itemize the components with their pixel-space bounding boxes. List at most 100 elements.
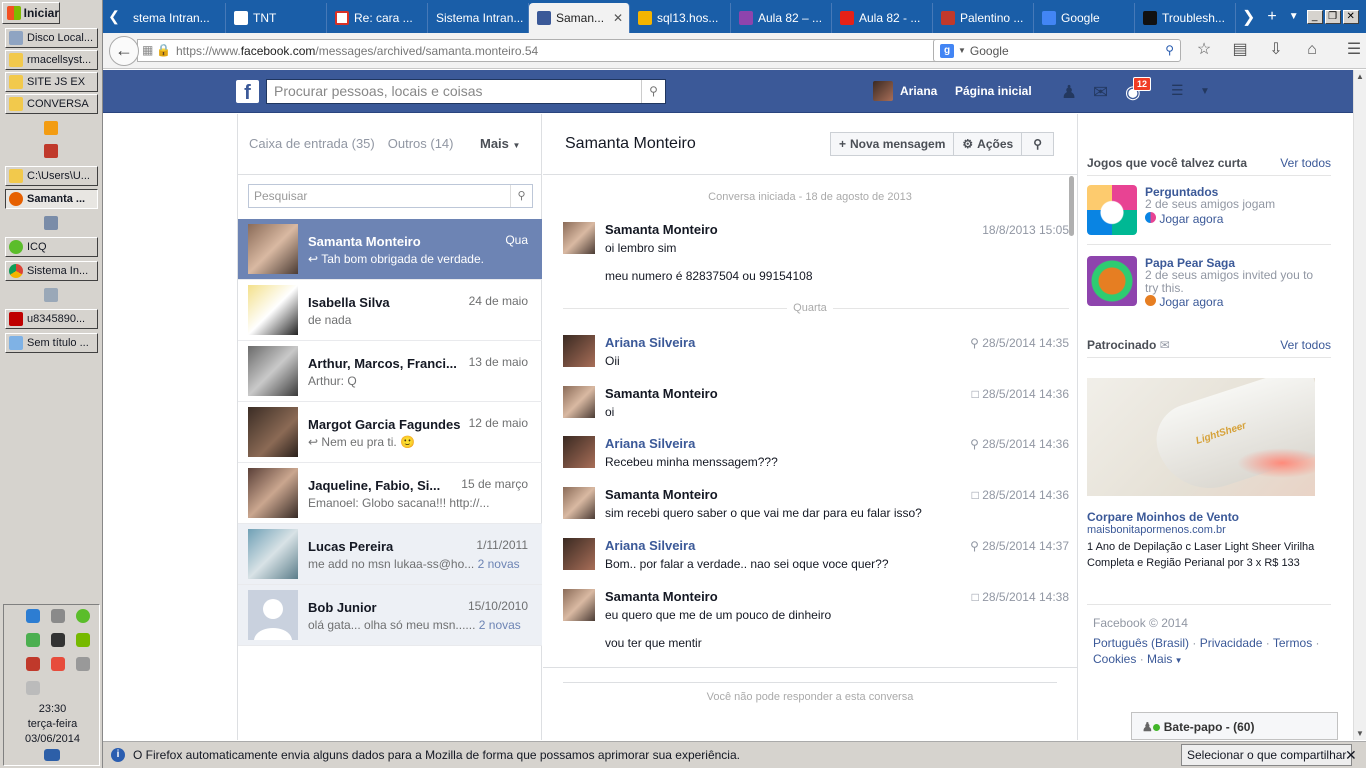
- new-message-button[interactable]: + Nova mensagem: [830, 132, 955, 156]
- avatar[interactable]: [563, 589, 595, 621]
- sender-name[interactable]: Samanta Monteiro: [605, 222, 718, 237]
- bookmarks-list-icon[interactable]: ▤: [1229, 39, 1251, 61]
- thread-bob-junior[interactable]: Bob Junior 15/10/2010 olá gata... olha s…: [238, 585, 542, 646]
- ad-image[interactable]: LightSheer: [1087, 378, 1315, 496]
- tab-scroll-left-icon[interactable]: ❮: [103, 0, 125, 33]
- sender-name[interactable]: Ariana Silveira: [605, 335, 695, 350]
- thread-search-input[interactable]: Pesquisar ⚲: [248, 184, 533, 208]
- taskbar-item-conversa[interactable]: CONVERSA: [5, 94, 98, 114]
- conversation-search-button[interactable]: ⚲: [1022, 132, 1055, 156]
- footer-link-cookies[interactable]: Cookies: [1093, 652, 1136, 666]
- sender-name[interactable]: Ariana Silveira: [605, 538, 695, 553]
- signal-icon[interactable]: [76, 657, 90, 671]
- thread-isabella-silva[interactable]: Isabella Silva 24 de maio de nada: [238, 280, 542, 341]
- show-desktop-icon[interactable]: [44, 749, 60, 761]
- privacy-icon[interactable]: ☰: [1171, 82, 1184, 99]
- game-app-icon[interactable]: [44, 144, 58, 158]
- taskbar-item-sistema[interactable]: Sistema In...: [5, 261, 98, 281]
- search-icon[interactable]: ⚲: [641, 80, 665, 103]
- new-tab-icon[interactable]: +: [1261, 8, 1282, 26]
- tab-google[interactable]: Google: [1034, 3, 1135, 33]
- home-link[interactable]: Página inicial: [955, 84, 1032, 98]
- tab-tnt[interactable]: TNT: [226, 3, 327, 33]
- network-off-icon[interactable]: [51, 657, 65, 671]
- thread-jaqueline-fabio[interactable]: Jaqueline, Fabio, Si... 15 de março Eman…: [238, 463, 542, 524]
- ad-url[interactable]: maisbonitapormenos.com.br: [1087, 524, 1226, 536]
- tab-aula-82-a[interactable]: Aula 82 – ...: [731, 3, 832, 33]
- tab-inbox[interactable]: Caixa de entrada (35): [249, 136, 375, 151]
- chat-bar[interactable]: ♟ Bate-papo - (60): [1131, 712, 1338, 740]
- scroll-down-icon[interactable]: ▼: [1356, 729, 1364, 738]
- avatar[interactable]: [563, 386, 595, 418]
- avatar[interactable]: [563, 436, 595, 468]
- profile-link[interactable]: Ariana: [873, 81, 937, 101]
- back-button[interactable]: ←: [109, 36, 139, 66]
- download-icon[interactable]: ⇩: [1265, 39, 1287, 61]
- clock-time[interactable]: 23:30: [4, 703, 101, 715]
- actions-button[interactable]: ⚙ Ações: [954, 132, 1023, 156]
- update-icon[interactable]: [26, 657, 40, 671]
- thread-lucas-pereira[interactable]: Lucas Pereira 1/11/2011 me add no msn lu…: [238, 524, 542, 585]
- thread-margot-garcia[interactable]: Margot Garcia Fagundes 12 de maio ↩ Nem …: [238, 402, 542, 463]
- grid-app-icon[interactable]: [44, 121, 58, 135]
- window-app-icon[interactable]: [44, 288, 58, 302]
- close-notification-icon[interactable]: ✕: [1345, 747, 1357, 764]
- footer-link-language[interactable]: Português (Brasil): [1093, 636, 1189, 650]
- thread-arthur-marcos[interactable]: Arthur, Marcos, Franci... 13 de maio Art…: [238, 341, 542, 402]
- taskbar-item-samanta[interactable]: Samanta ...: [5, 189, 98, 209]
- taskbar-item-paint[interactable]: Sem título ...: [5, 333, 98, 353]
- sender-name[interactable]: Samanta Monteiro: [605, 487, 718, 502]
- scroll-up-icon[interactable]: ▲: [1356, 72, 1364, 81]
- volume-icon[interactable]: [26, 681, 40, 695]
- bookmark-star-icon[interactable]: ☆: [1193, 39, 1215, 61]
- tab-list-icon[interactable]: ▼: [1283, 11, 1305, 22]
- settings-chevron-icon[interactable]: ▼: [1200, 86, 1210, 97]
- avatar[interactable]: [563, 538, 595, 570]
- see-all-ads-link[interactable]: Ver todos: [1280, 338, 1331, 352]
- taskbar-item-users-folder[interactable]: C:\Users\U...: [5, 166, 98, 186]
- more-dropdown[interactable]: Mais ▼: [480, 136, 520, 151]
- restore-icon[interactable]: ❐: [1324, 9, 1341, 24]
- avatar[interactable]: [563, 487, 595, 519]
- taskbar-item-site-js[interactable]: SITE JS EX: [5, 72, 98, 92]
- play-now-link[interactable]: Jogar agora: [1145, 212, 1223, 226]
- tab-samanta[interactable]: Saman... ✕: [529, 3, 630, 33]
- tab-others[interactable]: Outros (14): [388, 136, 454, 151]
- avatar[interactable]: [563, 335, 595, 367]
- tab-troubleshoot[interactable]: Troublesh...: [1135, 3, 1236, 33]
- bluetooth-icon[interactable]: [26, 609, 40, 623]
- close-tab-icon[interactable]: ✕: [613, 11, 623, 25]
- see-all-games-link[interactable]: Ver todos: [1280, 156, 1331, 170]
- close-window-icon[interactable]: ✕: [1342, 9, 1359, 24]
- papa-pear-icon[interactable]: [1087, 256, 1137, 306]
- url-bar[interactable]: ▦ 🔒 https://www. facebook.com/messages/ar…: [137, 39, 1027, 62]
- taskbar-item-icq[interactable]: ICQ: [5, 237, 98, 257]
- tab-sql13[interactable]: sql13.hos...: [630, 3, 731, 33]
- facebook-logo-icon[interactable]: f: [236, 80, 259, 104]
- security-icon[interactable]: [26, 633, 40, 647]
- tab-aula-82-b[interactable]: Aula 82 - ...: [832, 3, 933, 33]
- start-button[interactable]: Iniciar: [2, 2, 60, 24]
- sender-name[interactable]: Ariana Silveira: [605, 436, 695, 451]
- tab-palentino[interactable]: Palentino ...: [933, 3, 1034, 33]
- thread-samanta-monteiro[interactable]: Samanta Monteiro Qua ↩ Tah bom obrigada …: [238, 219, 542, 280]
- avatar[interactable]: [563, 222, 595, 254]
- display-icon[interactable]: [51, 609, 65, 623]
- tab-sistema-intranet-1[interactable]: stema Intran...: [125, 3, 226, 33]
- nvidia-icon[interactable]: [76, 633, 90, 647]
- sync-app-icon[interactable]: [44, 216, 58, 230]
- perguntados-icon[interactable]: [1087, 185, 1137, 235]
- conversation-scrollbar[interactable]: [1069, 176, 1074, 236]
- friend-requests-icon[interactable]: ♟: [1061, 82, 1077, 103]
- ad-title[interactable]: Corpare Moinhos de Vento: [1087, 510, 1239, 524]
- footer-link-terms[interactable]: Termos: [1273, 636, 1312, 650]
- footer-link-more[interactable]: Mais: [1147, 652, 1172, 666]
- search-icon[interactable]: ⚲: [510, 185, 532, 207]
- search-icon[interactable]: ⚲: [1165, 43, 1174, 57]
- sender-name[interactable]: Samanta Monteiro: [605, 386, 718, 401]
- taskbar-item-disco-local[interactable]: Disco Local...: [5, 28, 98, 48]
- minimize-icon[interactable]: _: [1306, 9, 1323, 24]
- tab-gmail[interactable]: Re: cara ...: [327, 3, 428, 33]
- tab-sistema-intranet-2[interactable]: Sistema Intran...: [428, 3, 529, 33]
- tab-scroll-right-icon[interactable]: ❯: [1236, 7, 1261, 27]
